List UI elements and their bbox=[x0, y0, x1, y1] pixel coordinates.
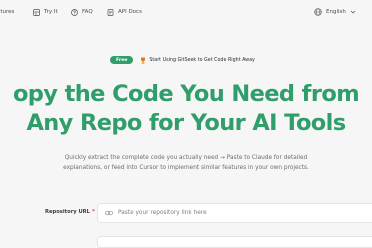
grid-icon bbox=[33, 8, 40, 16]
document-icon bbox=[107, 8, 114, 16]
nav-item-label: Try It bbox=[44, 9, 58, 15]
nav-item-label: atures bbox=[0, 9, 15, 15]
nav-item-label: FAQ bbox=[82, 9, 93, 15]
nav-item-features[interactable]: atures bbox=[0, 7, 14, 17]
repository-url-label: Repository URL * bbox=[45, 209, 95, 215]
second-input-field[interactable] bbox=[97, 236, 372, 248]
subtitle-line-2: explanations, or feed into Cursor to imp… bbox=[63, 165, 309, 171]
required-mark: * bbox=[91, 209, 95, 215]
language-selector[interactable]: English bbox=[314, 7, 356, 17]
link-icon bbox=[105, 210, 113, 216]
nav-item-try-it[interactable]: Try It bbox=[33, 7, 58, 17]
globe-icon bbox=[314, 8, 322, 16]
repository-url-label-text: Repository URL bbox=[45, 209, 90, 215]
nav-item-faq[interactable]: FAQ bbox=[71, 7, 93, 17]
help-circle-icon bbox=[71, 8, 78, 16]
language-label: English bbox=[326, 9, 346, 15]
free-badge: Free bbox=[110, 56, 134, 64]
nav-item-label: API Docs bbox=[118, 9, 142, 15]
top-nav: atures Try It FAQ API Docs En bbox=[0, 0, 372, 24]
promo-text: Start Using GitSeek to Get Code Right Aw… bbox=[149, 57, 255, 63]
hero-title-line-1: opy the Code You Need from bbox=[12, 81, 360, 107]
subtitle-line-1: Quickly extract the complete code you ac… bbox=[64, 155, 308, 161]
repository-url-input[interactable]: Paste your repository link here bbox=[97, 203, 372, 223]
promo-banner[interactable]: Free Start Using GitSeek to Get Code Rig… bbox=[110, 55, 255, 65]
hero-title-line-2: Any Repo for Your AI Tools bbox=[26, 110, 346, 136]
trophy-icon bbox=[141, 57, 146, 63]
repository-url-placeholder: Paste your repository link here bbox=[118, 210, 207, 216]
nav-item-api-docs[interactable]: API Docs bbox=[107, 7, 142, 17]
chevron-down-icon bbox=[350, 10, 356, 14]
